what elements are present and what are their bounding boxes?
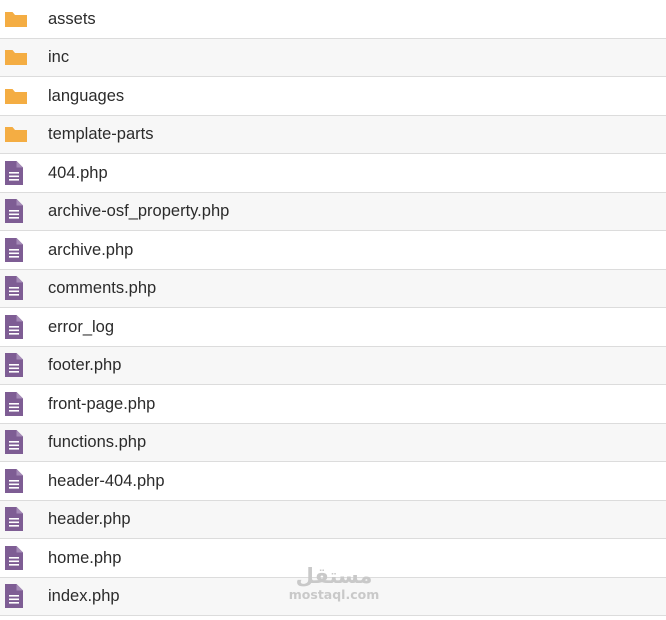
file-list: assets inc languages template-parts 404.…	[0, 0, 666, 616]
file-icon	[0, 501, 48, 539]
file-row-footer-php[interactable]: footer.php	[0, 346, 666, 385]
folder-row-assets[interactable]: assets	[0, 0, 666, 39]
item-name: home.php	[48, 548, 122, 567]
folder-row-template-parts[interactable]: template-parts	[0, 115, 666, 154]
folder-icon	[0, 0, 48, 38]
file-icon	[0, 154, 48, 192]
folder-icon	[0, 116, 48, 154]
item-name: index.php	[48, 587, 120, 605]
item-name: archive.php	[48, 240, 134, 259]
file-icon	[0, 462, 48, 500]
item-name: header.php	[48, 510, 131, 528]
file-row-archive-osf-property-php[interactable]: archive-osf_property.php	[0, 192, 666, 231]
folder-icon	[0, 77, 48, 115]
file-row-404-php[interactable]: 404.php	[0, 154, 666, 193]
file-row-functions-php[interactable]: functions.php	[0, 423, 666, 462]
file-row-home-php[interactable]: home.php	[0, 539, 666, 578]
item-name: assets	[48, 9, 96, 28]
folder-row-languages[interactable]: languages	[0, 77, 666, 116]
file-row-index-php[interactable]: index.php	[0, 577, 666, 616]
file-row-front-page-php[interactable]: front-page.php	[0, 385, 666, 424]
file-row-header-404-php[interactable]: header-404.php	[0, 462, 666, 501]
item-name: error_log	[48, 317, 115, 336]
item-name: archive-osf_property.php	[48, 202, 230, 220]
file-icon	[0, 347, 48, 385]
file-icon	[0, 424, 48, 462]
file-icon	[0, 578, 48, 616]
item-name: header-404.php	[48, 471, 165, 490]
item-name: languages	[48, 86, 125, 105]
item-name: functions.php	[48, 433, 147, 451]
item-name: 404.php	[48, 163, 108, 182]
item-name: footer.php	[48, 356, 122, 374]
file-icon	[0, 231, 48, 269]
item-name: comments.php	[48, 279, 157, 297]
file-icon	[0, 539, 48, 577]
folder-row-inc[interactable]: inc	[0, 38, 666, 77]
file-icon	[0, 385, 48, 423]
item-name: inc	[48, 48, 70, 66]
file-row-error-log[interactable]: error_log	[0, 308, 666, 347]
file-row-archive-php[interactable]: archive.php	[0, 231, 666, 270]
file-icon	[0, 270, 48, 308]
item-name: front-page.php	[48, 394, 156, 413]
item-name: template-parts	[48, 125, 154, 143]
file-icon	[0, 308, 48, 346]
file-icon	[0, 193, 48, 231]
file-row-comments-php[interactable]: comments.php	[0, 269, 666, 308]
file-row-header-php[interactable]: header.php	[0, 500, 666, 539]
folder-icon	[0, 39, 48, 77]
